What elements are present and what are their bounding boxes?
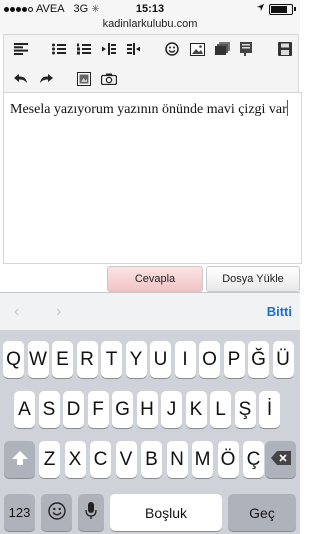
- space-key[interactable]: Boşluk: [110, 494, 222, 531]
- key-r[interactable]: R: [76, 341, 98, 378]
- editor-text: Mesela yazıyorum yazının önünde mavi çiz…: [10, 102, 287, 117]
- key-n[interactable]: N: [166, 441, 188, 478]
- url-text: kadinlarkulubu.com: [102, 18, 198, 30]
- status-time: 15:13: [135, 3, 165, 15]
- emoji-icon[interactable]: [161, 39, 183, 59]
- next-field-button[interactable]: ›: [56, 303, 61, 321]
- key-q[interactable]: Q: [3, 341, 24, 378]
- key-ş[interactable]: Ş: [234, 391, 256, 428]
- key-w[interactable]: W: [27, 341, 49, 378]
- previous-field-button[interactable]: ‹: [14, 303, 19, 321]
- key-a[interactable]: A: [14, 391, 35, 428]
- key-c[interactable]: C: [90, 441, 111, 478]
- url-bar[interactable]: kadinlarkulubu.com: [0, 18, 300, 34]
- save-icon[interactable]: [274, 39, 296, 59]
- battery-icon: [269, 3, 293, 15]
- editor-toolbar: [3, 34, 299, 93]
- key-k[interactable]: K: [185, 391, 207, 428]
- camera-icon[interactable]: [98, 69, 120, 89]
- backspace-icon: [270, 451, 291, 468]
- toolbar-row-1: [10, 39, 296, 59]
- key-ç[interactable]: Ç: [243, 441, 264, 478]
- microphone-icon: [85, 502, 97, 523]
- text-caret: [286, 100, 288, 116]
- key-z[interactable]: Z: [39, 441, 60, 478]
- quote-icon[interactable]: [236, 39, 258, 59]
- location-arrow-icon: [256, 3, 265, 15]
- upload-file-button[interactable]: Dosya Yükle: [206, 266, 300, 292]
- key-s[interactable]: S: [38, 391, 60, 428]
- emoji-key[interactable]: [41, 494, 72, 531]
- indent-icon[interactable]: [123, 39, 145, 59]
- align-left-icon[interactable]: [10, 39, 32, 59]
- media-icon[interactable]: [73, 69, 95, 89]
- bullet-list-icon[interactable]: [48, 39, 70, 59]
- key-i̇[interactable]: İ: [259, 391, 280, 428]
- key-ğ[interactable]: Ğ: [248, 341, 269, 378]
- key-x[interactable]: X: [64, 441, 86, 478]
- key-j[interactable]: J: [161, 391, 182, 428]
- shift-arrow-icon: [11, 451, 28, 468]
- numbered-list-icon[interactable]: [73, 39, 95, 59]
- done-button[interactable]: Bitti: [267, 304, 292, 319]
- dictation-key[interactable]: [78, 494, 104, 531]
- key-f[interactable]: F: [87, 391, 109, 428]
- key-y[interactable]: Y: [125, 341, 147, 378]
- key-o[interactable]: O: [199, 341, 220, 378]
- key-g[interactable]: G: [112, 391, 133, 428]
- key-p[interactable]: P: [223, 341, 245, 378]
- key-t[interactable]: T: [101, 341, 122, 378]
- key-b[interactable]: B: [141, 441, 162, 478]
- gallery-icon[interactable]: [211, 39, 233, 59]
- backspace-key[interactable]: [265, 441, 296, 478]
- return-key[interactable]: Geç: [228, 494, 296, 531]
- toolbar-row-2: [10, 69, 120, 89]
- key-l[interactable]: L: [210, 391, 231, 428]
- image-icon[interactable]: [186, 39, 208, 59]
- status-right: [256, 3, 296, 15]
- key-e[interactable]: E: [52, 341, 73, 378]
- outdent-icon[interactable]: [98, 39, 120, 59]
- key-v[interactable]: V: [115, 441, 137, 478]
- message-editor[interactable]: Mesela yazıyorum yazının önünde mavi çiz…: [3, 92, 302, 264]
- status-bar: AVEA 3G ✳ 15:13: [0, 0, 300, 20]
- key-u[interactable]: U: [150, 341, 171, 378]
- key-h[interactable]: H: [136, 391, 158, 428]
- numbers-key[interactable]: 123: [4, 494, 35, 531]
- key-ü[interactable]: Ü: [272, 341, 294, 378]
- key-m[interactable]: M: [192, 441, 213, 478]
- key-d[interactable]: D: [63, 391, 84, 428]
- onscreen-keyboard: 123 Boşluk Geç QWERTYUIOPĞÜ ASDFGHJKLŞİ ZX…: [0, 330, 300, 534]
- shift-key[interactable]: [4, 441, 35, 478]
- reply-button[interactable]: Cevapla: [107, 266, 203, 292]
- emoji-icon: [47, 502, 66, 523]
- redo-icon[interactable]: [35, 69, 57, 89]
- key-ö[interactable]: Ö: [217, 441, 239, 478]
- keyboard-accessory-bar: ‹ › Bitti: [0, 292, 300, 331]
- undo-icon[interactable]: [10, 69, 32, 89]
- action-buttons: Cevapla Dosya Yükle: [0, 264, 300, 292]
- key-i[interactable]: I: [174, 341, 196, 378]
